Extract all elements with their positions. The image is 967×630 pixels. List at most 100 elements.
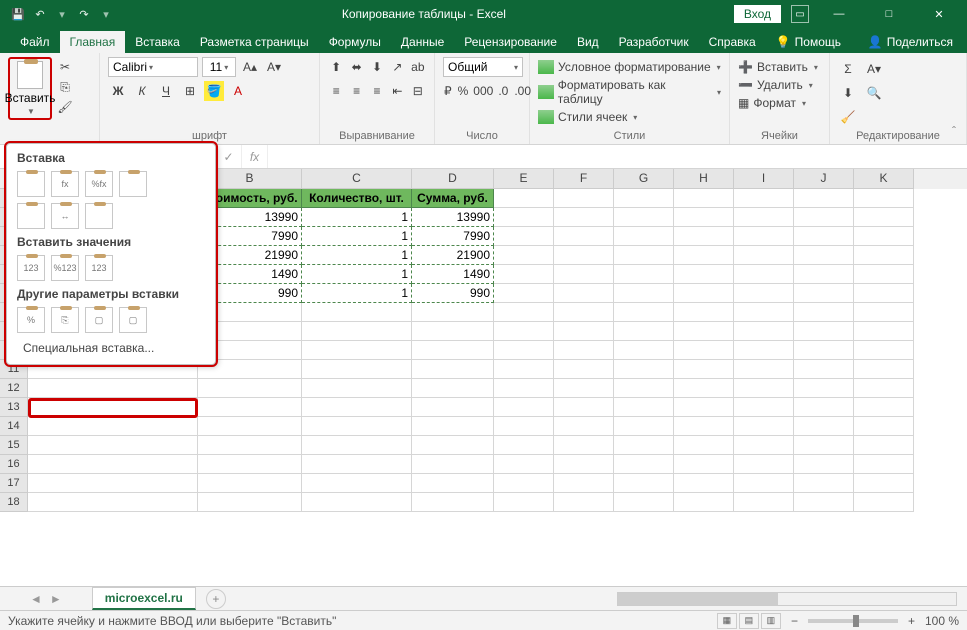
cell[interactable] (674, 208, 734, 227)
cell[interactable] (494, 265, 554, 284)
cell[interactable] (734, 322, 794, 341)
tell-me[interactable]: 💡Помощь (766, 31, 851, 53)
undo-dropdown-icon[interactable]: ▾ (54, 6, 70, 22)
cell[interactable] (794, 284, 854, 303)
row-header[interactable]: 12 (0, 379, 28, 398)
row-header[interactable]: 15 (0, 436, 28, 455)
minimize-button[interactable]: — (819, 0, 859, 28)
cell[interactable] (854, 265, 914, 284)
zoom-slider[interactable] (808, 619, 898, 623)
cell[interactable] (734, 493, 794, 512)
horizontal-scrollbar[interactable] (617, 592, 957, 606)
bold-button[interactable]: Ж (108, 81, 128, 101)
cell[interactable] (614, 208, 674, 227)
cell[interactable] (674, 189, 734, 208)
paste-link-icon[interactable]: ⎘ (51, 307, 79, 333)
cell[interactable]: 7990 (412, 227, 494, 246)
insert-function-icon[interactable]: fx (242, 145, 268, 168)
align-middle-icon[interactable]: ⬌ (348, 57, 364, 77)
cell[interactable] (734, 417, 794, 436)
merge-icon[interactable]: ⊟ (410, 81, 426, 101)
tab-developer[interactable]: Разработчик (609, 31, 699, 53)
cell[interactable] (494, 322, 554, 341)
cell[interactable] (794, 341, 854, 360)
cell[interactable] (28, 474, 198, 493)
cell[interactable] (554, 493, 614, 512)
redo-icon[interactable]: ↷ (76, 6, 92, 22)
cell[interactable] (854, 341, 914, 360)
cell[interactable] (854, 379, 914, 398)
col-header-j[interactable]: J (794, 169, 854, 189)
cell[interactable] (302, 303, 412, 322)
cell[interactable] (198, 493, 302, 512)
cell[interactable] (494, 341, 554, 360)
format-painter-icon[interactable]: 🖌 (56, 99, 74, 115)
cell[interactable] (614, 360, 674, 379)
cell[interactable] (794, 474, 854, 493)
cell[interactable] (734, 341, 794, 360)
cell[interactable] (854, 227, 914, 246)
col-header-c[interactable]: C (302, 169, 412, 189)
cell[interactable] (302, 360, 412, 379)
cell[interactable]: 21900 (412, 246, 494, 265)
format-as-table-button[interactable]: Форматировать как таблицу▾ (538, 77, 721, 107)
cell[interactable] (734, 284, 794, 303)
cell[interactable]: 990 (412, 284, 494, 303)
cell[interactable] (734, 227, 794, 246)
formula-input[interactable] (268, 145, 967, 168)
cell-styles-button[interactable]: Стили ячеек▾ (538, 109, 721, 125)
row-header[interactable]: 17 (0, 474, 28, 493)
cell[interactable] (794, 189, 854, 208)
cell[interactable] (614, 398, 674, 417)
autosum-icon[interactable]: Σ (838, 59, 858, 79)
cell[interactable] (554, 398, 614, 417)
tab-data[interactable]: Данные (391, 31, 454, 53)
cell[interactable] (494, 417, 554, 436)
cell[interactable] (734, 455, 794, 474)
cell[interactable] (412, 322, 494, 341)
cell[interactable] (302, 379, 412, 398)
cell[interactable] (554, 455, 614, 474)
cell[interactable] (614, 436, 674, 455)
cell[interactable] (494, 493, 554, 512)
cell[interactable] (614, 246, 674, 265)
cell[interactable] (854, 246, 914, 265)
cell[interactable] (614, 322, 674, 341)
cell[interactable] (302, 493, 412, 512)
cell[interactable] (494, 379, 554, 398)
cell[interactable] (28, 398, 198, 417)
cell[interactable] (794, 303, 854, 322)
cell[interactable] (28, 417, 198, 436)
cell[interactable] (854, 303, 914, 322)
number-format-select[interactable]: Общий▾ (443, 57, 523, 77)
cell[interactable] (794, 417, 854, 436)
zoom-in-icon[interactable]: + (908, 614, 915, 628)
tab-review[interactable]: Рецензирование (454, 31, 567, 53)
cell[interactable] (734, 303, 794, 322)
cell[interactable] (614, 474, 674, 493)
page-layout-view-icon[interactable]: ▤ (739, 613, 759, 629)
cell[interactable] (854, 322, 914, 341)
tab-help[interactable]: Справка (699, 31, 766, 53)
cell[interactable] (614, 455, 674, 474)
cell[interactable] (854, 493, 914, 512)
normal-view-icon[interactable]: ▦ (717, 613, 737, 629)
cell[interactable] (674, 246, 734, 265)
page-break-view-icon[interactable]: ▥ (761, 613, 781, 629)
cell[interactable] (674, 493, 734, 512)
cell[interactable] (554, 208, 614, 227)
cell[interactable] (412, 341, 494, 360)
qat-customize-icon[interactable]: ▾ (98, 6, 114, 22)
cell[interactable] (412, 398, 494, 417)
cell[interactable] (302, 398, 412, 417)
align-left-icon[interactable]: ≡ (328, 81, 344, 101)
cell[interactable] (554, 322, 614, 341)
cell[interactable] (302, 341, 412, 360)
cell[interactable] (614, 341, 674, 360)
sheet-tab[interactable]: microexcel.ru (92, 587, 196, 610)
cell[interactable] (674, 322, 734, 341)
sheet-next-icon[interactable]: ► (50, 592, 62, 606)
clear-icon[interactable]: 🧹 (838, 107, 858, 127)
cell[interactable] (854, 360, 914, 379)
cell[interactable] (28, 455, 198, 474)
